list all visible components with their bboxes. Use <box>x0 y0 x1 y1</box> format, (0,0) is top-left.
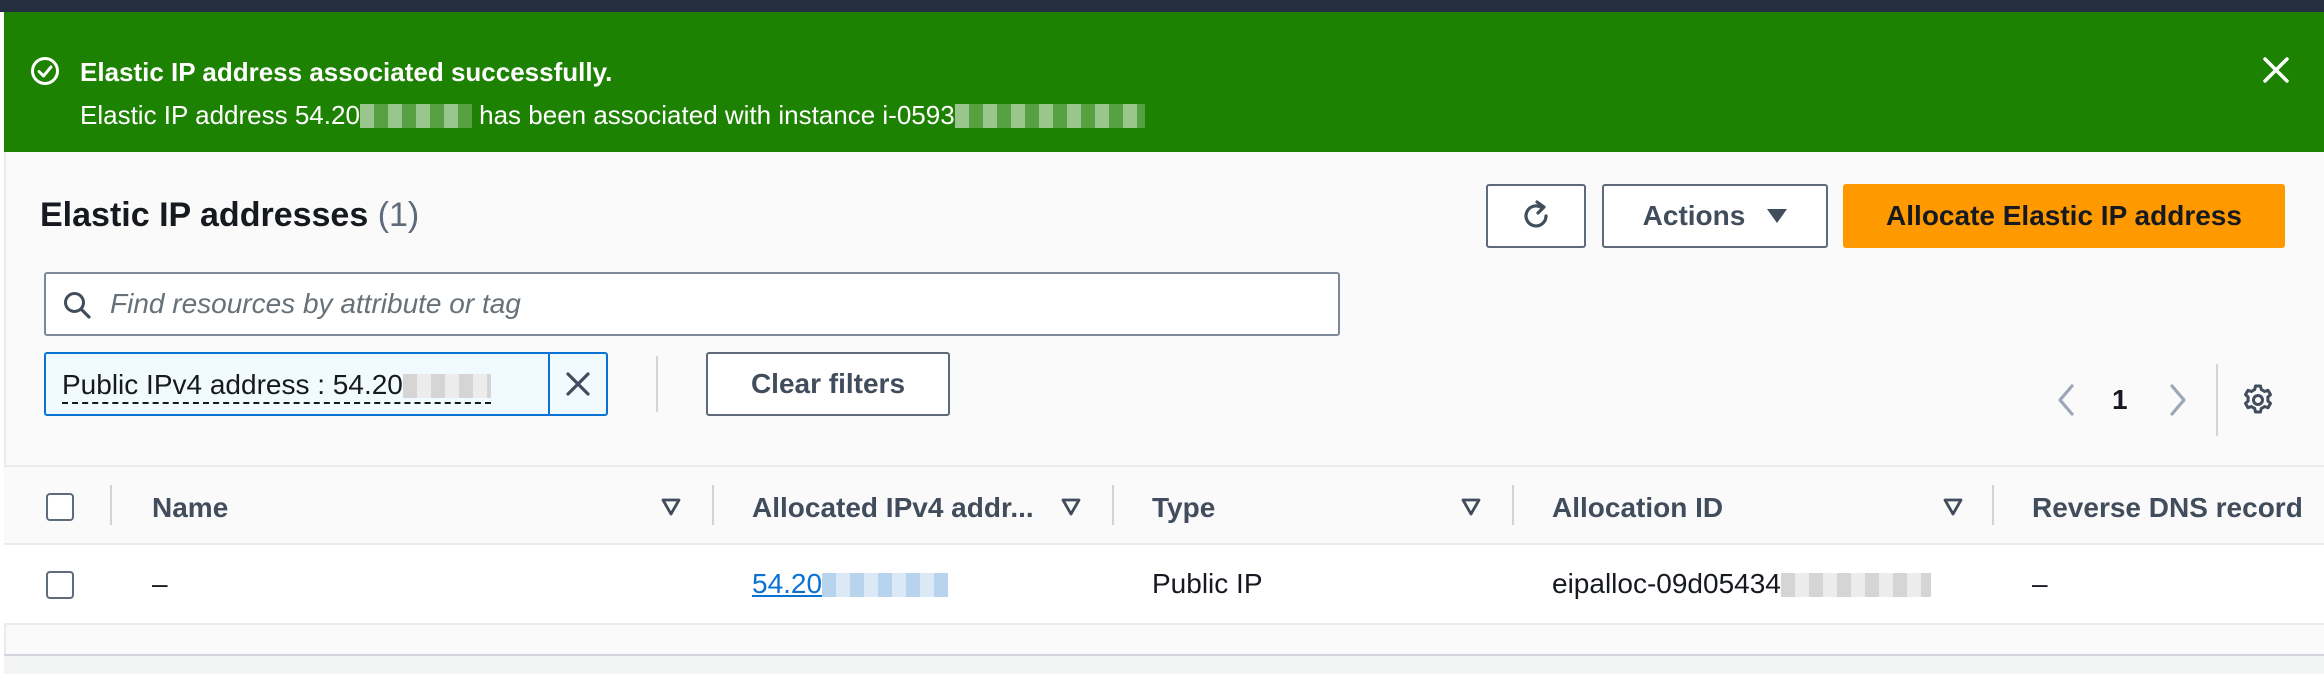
filter-token-text: Public IPv4 address : 54.20 <box>62 369 403 400</box>
column-separator <box>110 485 112 525</box>
column-header-reverse-dns[interactable]: Reverse DNS record <box>2032 491 2303 525</box>
column-header-allocation-id[interactable]: Allocation ID <box>1552 491 1723 525</box>
remove-filter-icon[interactable] <box>562 368 594 400</box>
allocated-ip-link[interactable]: 54.20 <box>752 568 822 599</box>
cell-name: – <box>152 568 168 599</box>
cell-allocated-ip: 54.20 <box>752 567 949 601</box>
token-divider <box>548 354 550 414</box>
refresh-icon <box>1524 200 1548 228</box>
gear-icon[interactable] <box>2240 382 2276 418</box>
filter-token[interactable]: Public IPv4 address : 54.20 <box>44 352 608 416</box>
filter-divider <box>656 356 658 412</box>
flash-message-middle: has been associated with instance i-0593 <box>479 100 955 130</box>
redacted-allocation-id <box>1780 573 1931 597</box>
top-navigation-bar <box>0 0 2324 12</box>
page-title: Elastic IP addresses (1) <box>40 192 419 238</box>
clear-filters-button[interactable]: Clear filters <box>706 352 950 416</box>
table-row[interactable]: – 54.20 Public IP eipalloc-09d05434 – <box>4 545 2324 625</box>
flash-title: Elastic IP address associated successful… <box>80 57 613 87</box>
select-all-checkbox[interactable] <box>46 493 74 521</box>
success-flash-banner: Elastic IP address associated successful… <box>4 12 2324 152</box>
cell-type: Public IP <box>1152 568 1263 599</box>
cell-reverse-dns: – <box>2032 568 2048 599</box>
allocate-elastic-ip-button[interactable]: Allocate Elastic IP address <box>1843 184 2285 248</box>
check-circle-icon <box>31 57 59 85</box>
filter-token-label: Public IPv4 address : 54.20 <box>62 368 491 404</box>
search-icon <box>64 292 91 319</box>
allocation-id-text: eipalloc-09d05434 <box>1552 568 1781 599</box>
flash-message-prefix: Elastic IP address 54.20 <box>80 100 360 130</box>
column-separator <box>1512 485 1514 525</box>
sort-down-icon[interactable] <box>1060 497 1082 517</box>
sort-down-icon[interactable] <box>1942 497 1964 517</box>
actions-dropdown-button[interactable]: Actions <box>1602 184 1828 248</box>
sort-down-icon[interactable] <box>660 497 682 517</box>
chevron-left-icon[interactable] <box>2052 382 2080 418</box>
search-input[interactable] <box>110 282 1320 326</box>
redacted-filter-ip <box>402 374 491 398</box>
redacted-instance-id <box>954 104 1145 128</box>
panel-footer <box>4 654 2324 674</box>
column-header-type[interactable]: Type <box>1152 491 1215 525</box>
result-count: (1) <box>377 196 420 234</box>
column-separator <box>712 485 714 525</box>
actions-label: Actions <box>1642 200 1746 231</box>
caret-down-icon <box>1767 209 1788 223</box>
redacted-ip <box>822 573 949 597</box>
page-title-text: Elastic IP addresses <box>40 196 369 234</box>
column-header-name[interactable]: Name <box>152 491 228 525</box>
cell-allocation-id: eipalloc-09d05434 <box>1552 567 1931 601</box>
search-field[interactable] <box>44 272 1340 336</box>
current-page-number[interactable]: 1 <box>2112 382 2128 418</box>
pager-divider <box>2216 364 2218 436</box>
column-separator <box>1112 485 1114 525</box>
close-icon[interactable] <box>2260 54 2292 86</box>
refresh-button[interactable] <box>1486 184 1586 248</box>
sort-down-icon[interactable] <box>1460 497 1482 517</box>
redacted-ip <box>359 104 472 128</box>
flash-message: Elastic IP address 54.20 has been associ… <box>80 99 1145 131</box>
column-separator <box>1992 485 1994 525</box>
column-header-allocated-ipv4[interactable]: Allocated IPv4 addr... <box>752 491 1034 525</box>
row-checkbox[interactable] <box>46 571 74 599</box>
chevron-right-icon[interactable] <box>2164 382 2192 418</box>
table-header: Name Allocated IPv4 addr... Type Allocat… <box>4 465 2324 545</box>
